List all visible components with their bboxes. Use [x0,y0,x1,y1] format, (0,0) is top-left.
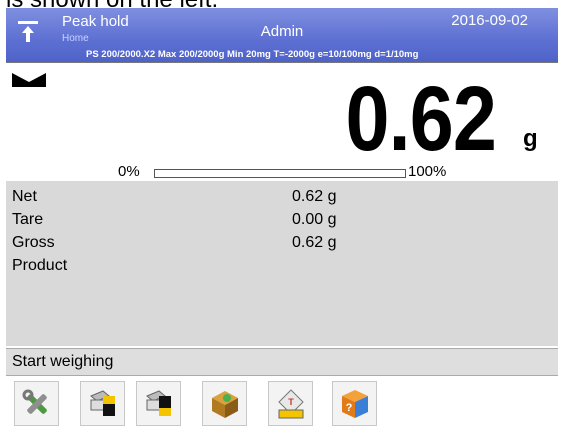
tare-database-icon: T [278,389,304,419]
stable-icon [12,73,46,87]
info-panel: Net 0.62 g Tare 0.00 g Gross 0.62 g Prod… [6,181,558,346]
tools-icon [22,389,47,414]
screen: is shown on the left. Peak hold Home Adm… [0,0,566,427]
info-label: Gross [12,234,55,251]
svg-text:T: T [288,397,294,407]
bargraph-max-label: 100% [408,163,447,180]
print-footer-button[interactable] [136,381,181,426]
print-header-icon [90,390,115,416]
product-button[interactable] [202,381,247,426]
info-label: Tare [12,211,44,228]
svg-text:?: ? [346,402,353,414]
toolbar: T ? [6,376,558,427]
info-label: Product [12,257,68,274]
weight-unit: g [523,125,538,152]
header-bar: Peak hold Home Admin 2016-09-02 PS 200/2… [6,8,558,62]
tare-database-button[interactable]: T [268,381,313,426]
bargraph [154,169,406,178]
help-icon: ? [342,390,368,418]
weighing-display: 0.62 g 0% 100% [6,62,558,182]
status-bar: Start weighing [6,348,558,376]
print-footer-icon [146,390,171,416]
info-value: 0.00 g [292,211,337,228]
print-header-button[interactable] [80,381,125,426]
tools-button[interactable] [14,381,59,426]
info-row-gross: Gross 0.62 g [6,234,558,256]
date-label: 2016-09-02 [451,12,528,29]
info-row-product: Product [6,257,558,279]
balance-spec-line: PS 200/2000.X2 Max 200/2000g Min 20mg T=… [86,49,419,60]
info-value: 0.62 g [292,188,337,205]
product-box-icon [212,391,238,418]
status-text: Start weighing [12,353,114,370]
info-label: Net [12,188,37,205]
help-button[interactable]: ? [332,381,377,426]
bargraph-min-label: 0% [118,163,140,180]
info-row-tare: Tare 0.00 g [6,211,558,233]
info-value: 0.62 g [292,234,337,251]
info-row-net: Net 0.62 g [6,188,558,210]
weight-value: 0.62 [345,68,496,170]
